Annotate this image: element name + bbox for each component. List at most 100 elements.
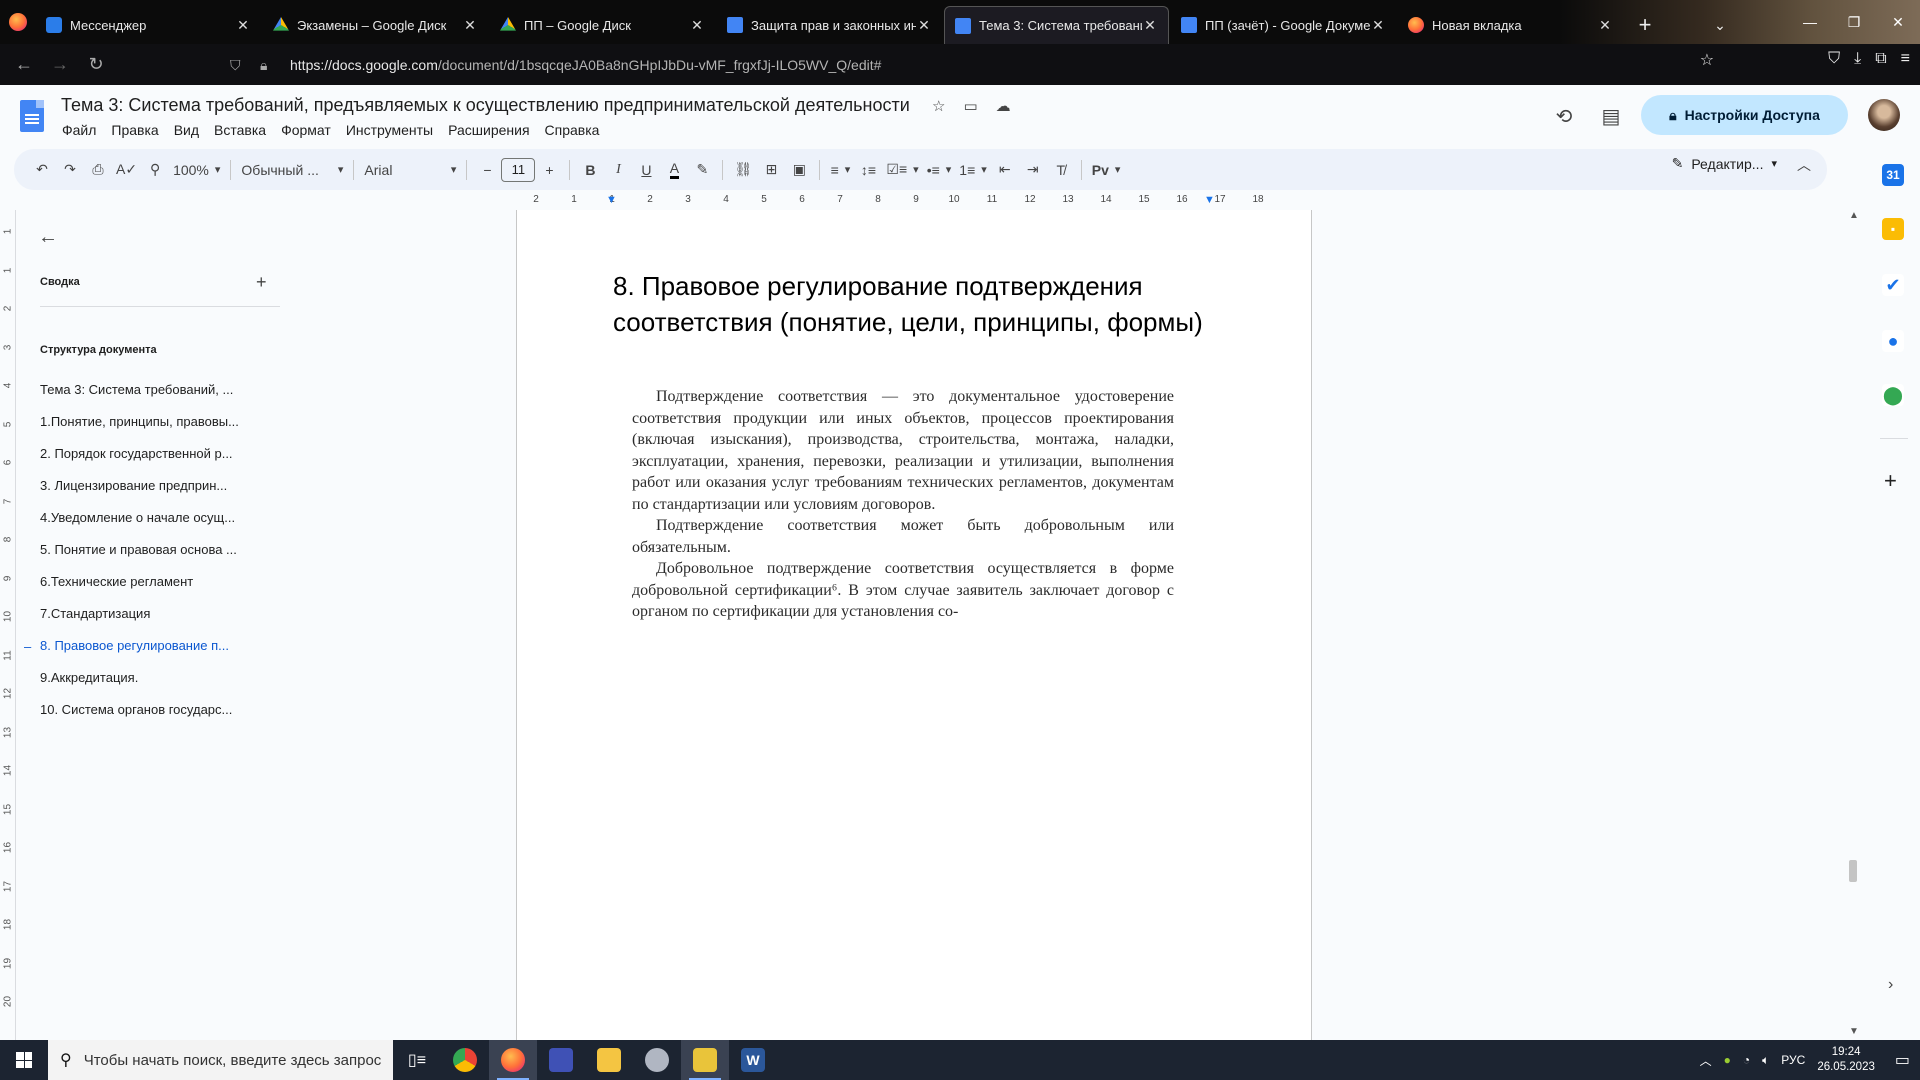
contacts-icon[interactable]: ● <box>1882 330 1904 352</box>
paint-format-icon[interactable]: ⚲ <box>141 156 169 184</box>
outline-item[interactable]: 1.Понятие, принципы, правовы... <box>40 406 262 438</box>
close-outline-icon[interactable]: ← <box>38 226 58 249</box>
firefox-app-icon[interactable] <box>489 1040 537 1080</box>
add-comment-icon[interactable]: ⊞ <box>757 156 785 184</box>
close-tab-icon[interactable]: ✕ <box>1597 17 1613 34</box>
close-tab-icon[interactable]: ✕ <box>462 17 478 34</box>
clear-formatting-icon[interactable]: T̸ <box>1047 156 1075 184</box>
menu-item[interactable]: Вид <box>174 122 199 138</box>
document-page[interactable]: 8. Правовое регулирование подтверждения … <box>516 210 1312 1040</box>
scroll-down-icon[interactable]: ▼ <box>1849 1026 1859 1037</box>
font-size-input[interactable]: 11 <box>501 157 536 182</box>
outline-item[interactable]: 8. Правовое регулирование п... <box>40 630 262 662</box>
scrollbar-thumb[interactable] <box>1849 860 1857 882</box>
new-tab-button[interactable]: + <box>1625 6 1665 44</box>
input-language-indicator[interactable]: РУС <box>1781 1053 1805 1067</box>
list-all-tabs-button[interactable]: ⌄ <box>1705 6 1735 44</box>
outline-item[interactable]: 7.Стандартизация <box>40 598 262 630</box>
maximize-button[interactable]: ❐ <box>1832 0 1876 44</box>
browser-tab[interactable]: Мессенджер ✕ <box>36 6 261 44</box>
outline-item[interactable]: 5. Понятие и правовая основа ... <box>40 534 262 566</box>
firefox-menu-icon[interactable] <box>0 0 36 44</box>
menu-item[interactable]: Справка <box>545 122 600 138</box>
move-folder-icon[interactable]: ▭ <box>963 97 977 115</box>
menu-item[interactable]: Правка <box>111 122 158 138</box>
lock-icon[interactable]: 🔒︎ <box>260 57 282 74</box>
account-avatar[interactable] <box>1868 99 1900 131</box>
vertical-ruler[interactable]: 1 1 2 3 4 5 6 7 8 9 10 11 12 13 14 15 16 17 18 19 20 <box>0 210 16 1040</box>
outline-item[interactable]: 9.Аккредитация. <box>40 662 262 694</box>
network-status-icon[interactable]: ● <box>1724 1053 1731 1067</box>
bulleted-list-icon[interactable]: •≡ <box>923 156 956 184</box>
version-history-icon[interactable]: ⟲ <box>1551 103 1577 129</box>
word-app-icon[interactable]: W <box>729 1040 777 1080</box>
reload-button[interactable]: ↻ <box>78 47 114 83</box>
print-icon[interactable]: ⎙ <box>84 156 112 184</box>
menu-item[interactable]: Формат <box>281 122 331 138</box>
insert-image-icon[interactable]: ▣ <box>785 156 813 184</box>
pocket-icon[interactable]: ⛉ <box>1828 50 1840 70</box>
menu-item[interactable]: Вставка <box>214 122 266 138</box>
outline-item[interactable]: 4.Уведомление о начале осущ... <box>40 502 262 534</box>
maps-icon[interactable]: ⬤ <box>1882 384 1904 406</box>
font-family-select[interactable]: Arial <box>360 156 460 184</box>
outline-item[interactable]: 3. Лицензирование предприн... <box>40 470 262 502</box>
redo-icon[interactable]: ↷ <box>56 156 84 184</box>
media-app-icon[interactable] <box>633 1040 681 1080</box>
paragraph-style-select[interactable]: Обычный ... <box>237 156 347 184</box>
star-icon[interactable]: ☆ <box>932 97 945 115</box>
decrease-font-size-icon[interactable]: − <box>473 156 501 184</box>
close-tab-icon[interactable]: ✕ <box>1142 17 1158 34</box>
align-icon[interactable]: ≡ <box>826 156 854 184</box>
input-language-select[interactable]: Pv <box>1088 156 1125 184</box>
task-view-icon[interactable]: ▯≡ <box>393 1040 441 1080</box>
spellcheck-icon[interactable]: A✓ <box>112 156 141 184</box>
file-explorer-icon[interactable] <box>585 1040 633 1080</box>
section-heading[interactable]: 8. Правовое регулирование подтверждения … <box>613 268 1203 340</box>
right-indent-marker[interactable]: ▼ <box>1204 194 1215 206</box>
app-menu-icon[interactable]: ≡ <box>1901 50 1910 70</box>
start-button[interactable] <box>0 1040 48 1080</box>
browser-tab[interactable]: ПП (зачёт) - Google Документ ✕ <box>1171 6 1396 44</box>
text-color-icon[interactable]: A <box>660 156 688 184</box>
browser-tab[interactable]: Защита прав и законных инте ✕ <box>717 6 942 44</box>
numbered-list-icon[interactable]: 1≡ <box>955 156 991 184</box>
editing-mode-select[interactable]: ✎ Редактир... ▾ <box>1672 155 1777 172</box>
checklist-icon[interactable]: ☑≡ <box>882 156 922 184</box>
comments-icon[interactable]: ▤ <box>1598 103 1624 129</box>
browser-tab[interactable]: ПП – Google Диск ✕ <box>490 6 715 44</box>
left-indent-marker[interactable]: ▼ <box>606 194 617 206</box>
calendar-icon[interactable]: 31 <box>1882 164 1904 186</box>
collapse-menus-icon[interactable]: ︿ <box>1797 155 1811 175</box>
increase-font-size-icon[interactable]: + <box>535 156 563 184</box>
tasks-icon[interactable]: ✔ <box>1882 274 1904 296</box>
outline-item[interactable]: 10. Система органов государс... <box>40 694 262 726</box>
show-side-panel-icon[interactable]: › <box>1888 976 1893 994</box>
document-title[interactable]: Тема 3: Система требований, предъявляемы… <box>61 95 910 116</box>
save-app-icon[interactable] <box>537 1040 585 1080</box>
scanned-text-image[interactable]: Подтверждение соответствия — это докумен… <box>632 386 1174 623</box>
close-tab-icon[interactable]: ✕ <box>916 17 932 34</box>
menu-item[interactable]: Файл <box>62 122 96 138</box>
chrome-app-icon[interactable] <box>441 1040 489 1080</box>
insert-link-icon[interactable]: ⛓ <box>729 156 757 184</box>
cloud-saved-icon[interactable]: ☁︎ <box>996 97 1011 115</box>
keep-icon[interactable]: ▪ <box>1882 218 1904 240</box>
taskbar-search-input[interactable]: ⚲ Чтобы начать поиск, введите здесь запр… <box>48 1040 393 1080</box>
clock[interactable]: 19:24 26.05.2023 <box>1817 1045 1875 1075</box>
decrease-indent-icon[interactable]: ⇤ <box>991 156 1019 184</box>
outline-item[interactable]: Тема 3: Система требований, ... <box>40 374 262 406</box>
minimize-button[interactable]: — <box>1788 0 1832 44</box>
italic-icon[interactable]: I <box>604 156 632 184</box>
close-window-button[interactable]: ✕ <box>1876 0 1920 44</box>
close-tab-icon[interactable]: ✕ <box>1370 17 1386 34</box>
get-addons-icon[interactable]: + <box>1884 468 1897 494</box>
close-tab-icon[interactable]: ✕ <box>689 17 705 34</box>
google-docs-logo-icon[interactable] <box>20 100 44 132</box>
url-field[interactable]: ⛉ 🔒︎ https://docs.google.com/document/d/… <box>230 50 1660 80</box>
menu-item[interactable]: Расширения <box>448 122 529 138</box>
add-summary-icon[interactable]: + <box>256 272 267 293</box>
extensions-icon[interactable]: ⧉ <box>1875 50 1886 70</box>
line-spacing-icon[interactable]: ↕≡ <box>854 156 882 184</box>
highlight-icon[interactable]: ✎ <box>688 156 716 184</box>
